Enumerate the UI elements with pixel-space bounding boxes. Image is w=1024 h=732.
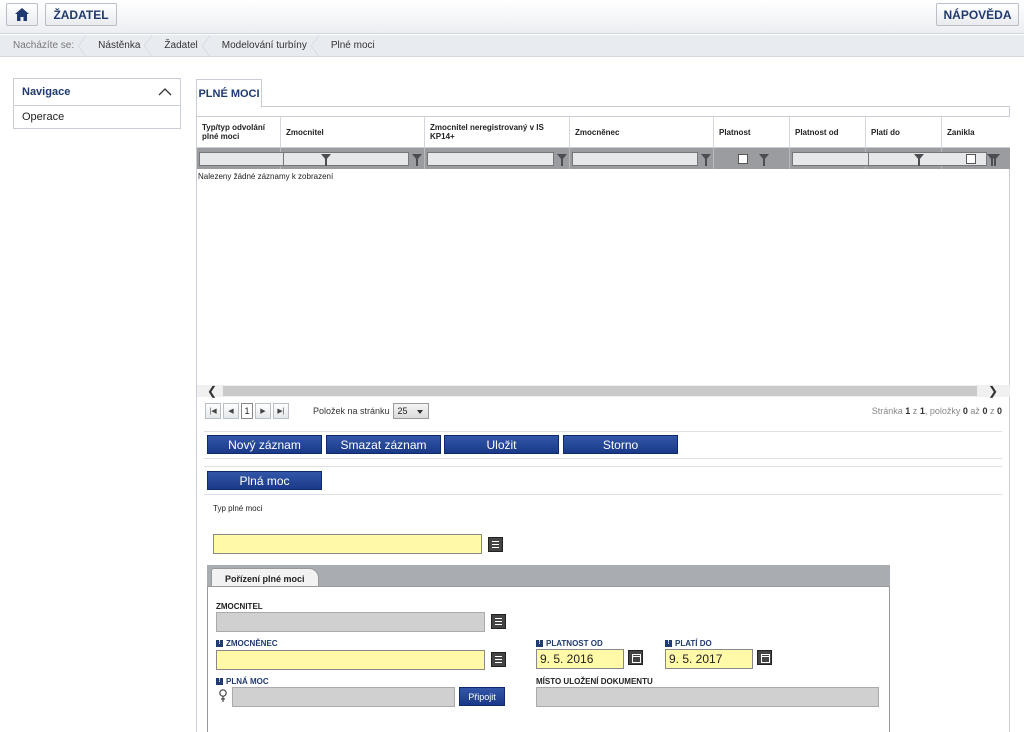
subtab-bar: Pořízení plné moci (207, 565, 890, 588)
zmocnitel-input (216, 612, 485, 632)
page-size-label: Položek na stránku (313, 406, 390, 416)
navigation-panel: Navigace Operace (13, 78, 181, 129)
filter-input-zmocnenec[interactable] (572, 151, 698, 166)
filter-checkbox-platnost[interactable] (738, 153, 748, 164)
required-icon: ! (665, 640, 672, 648)
column-header-zmocnitel-nereg[interactable]: Zmocnitel neregistrovaný v IS KP14+ (425, 117, 570, 147)
filter-icon[interactable] (987, 153, 997, 166)
filter-input-zmocnitel-nereg[interactable] (427, 151, 554, 166)
required-icon: ! (216, 678, 223, 686)
filter-cell-zmocnitel (281, 148, 425, 169)
breadcrumb-item-current: Plné moci (330, 40, 375, 51)
zmocnitel-label: ZMOCNITEL (216, 602, 263, 611)
plna-moc-section-button[interactable]: Plná moc (207, 471, 322, 490)
next-page-icon[interactable]: ▶ (255, 403, 271, 419)
page-number[interactable]: 1 (241, 403, 253, 419)
filter-icon[interactable] (557, 153, 567, 166)
no-records-message: Nalezeny žádné záznamy k zobrazení (198, 172, 334, 181)
breadcrumb-item-project[interactable]: Modelování turbíny (209, 34, 319, 57)
calendar-icon[interactable] (628, 650, 643, 665)
column-header-platnost[interactable]: Platnost (714, 117, 790, 147)
zadatel-button[interactable]: ŽADATEL (45, 3, 117, 26)
filter-cell-platnost-od (790, 148, 924, 169)
horizontal-scrollbar[interactable]: ❮ ❯ (197, 384, 1010, 398)
plna-moc-file-input (232, 687, 455, 707)
pager-info: Stránka 1 z 1, položky 0 až 0 z 0 (871, 406, 1002, 416)
platnost-od-input[interactable]: 9. 5. 2016 (536, 649, 624, 669)
filter-cell-typ (197, 148, 331, 169)
filter-icon[interactable] (914, 153, 924, 166)
plati-do-label: ! PLATÍ DO (665, 639, 712, 648)
column-header-zanikla[interactable]: Zanikla (942, 117, 1010, 147)
filter-input-zmocnitel[interactable] (283, 151, 409, 166)
top-bar: ŽADATEL NÁPOVĚDA (0, 0, 1024, 34)
page-size-select[interactable]: 25 (392, 403, 429, 419)
attachment-pin-icon (219, 689, 227, 702)
cancel-button[interactable]: Storno (563, 435, 678, 454)
filter-cell-zmocnenec (570, 148, 714, 169)
main-panel: Typ/typ odvolání plné moci Zmocnitel Zmo… (196, 106, 1010, 732)
plati-do-input[interactable]: 9. 5. 2017 (665, 649, 753, 669)
misto-ulozeni-input (536, 687, 879, 707)
filter-icon[interactable] (701, 153, 711, 166)
column-header-zmocnenec[interactable]: Zmocněnec (570, 117, 714, 147)
prev-page-icon[interactable]: ◀ (223, 403, 239, 419)
misto-ulozeni-label: MÍSTO ULOŽENÍ DOKUMENTU (536, 677, 653, 686)
navigation-title: Navigace (22, 86, 71, 98)
breadcrumb-lead: Nacházíte se: (0, 34, 87, 57)
subtab-panel: ZMOCNITEL ! ZMOCNĚNEC ! PLATNOST OD 9. 5. … (207, 586, 890, 732)
save-button[interactable]: Uložit (444, 435, 559, 454)
column-header-zmocnitel[interactable]: Zmocnitel (281, 117, 425, 147)
help-button[interactable]: NÁPOVĚDA (936, 3, 1019, 26)
column-header-typ[interactable]: Typ/typ odvolání plné moci (197, 117, 281, 147)
filter-icon[interactable] (321, 153, 331, 166)
zmocnenec-input[interactable] (216, 650, 485, 670)
breadcrumb: Nacházíte se: Nástěnka Žadatel Modelován… (0, 34, 1024, 57)
zmocnenec-label: ! ZMOCNĚNEC (216, 639, 278, 648)
data-grid: Typ/typ odvolání plné moci Zmocnitel Zmo… (197, 116, 1010, 184)
breadcrumb-item-zadatel[interactable]: Žadatel (151, 34, 211, 57)
filter-cell-plati-do (866, 148, 1000, 169)
first-page-icon[interactable]: |◀ (205, 403, 221, 419)
required-icon: ! (216, 640, 223, 648)
breadcrumb-item-nastenka[interactable]: Nástěnka (85, 34, 153, 57)
plna-moc-label: ! PLNÁ MOC (216, 677, 269, 686)
column-header-platnost-od[interactable]: Platnost od (790, 117, 866, 147)
tab-plne-moci[interactable]: PLNÉ MOCI (196, 79, 262, 107)
tab-porizeni-plne-moci[interactable]: Pořízení plné moci (211, 568, 319, 588)
grid-header: Typ/typ odvolání plné moci Zmocnitel Zmo… (197, 116, 1010, 148)
type-input[interactable] (213, 534, 482, 554)
platnost-od-label: ! PLATNOST OD (536, 639, 603, 648)
calendar-icon[interactable] (757, 650, 772, 665)
new-record-button[interactable]: Nový záznam (207, 435, 322, 454)
list-icon[interactable] (491, 614, 506, 629)
home-icon (15, 8, 29, 21)
filter-icon[interactable] (412, 153, 422, 166)
filter-checkbox-zanikla[interactable] (966, 153, 976, 164)
required-icon: ! (536, 640, 543, 648)
scroll-left-icon[interactable]: ❮ (207, 384, 217, 398)
grid-filter-row (197, 148, 1010, 169)
last-page-icon[interactable]: ▶| (273, 403, 289, 419)
filter-cell-platnost (714, 148, 790, 169)
connect-button[interactable]: Připojit (459, 687, 505, 706)
scrollbar-thumb[interactable] (223, 386, 977, 396)
pager: |◀ ◀ 1 ▶ ▶| Položek na stránku 25 Stránk… (197, 399, 1010, 423)
home-button[interactable] (6, 3, 38, 26)
list-icon[interactable] (488, 537, 503, 552)
navigation-header[interactable]: Navigace (14, 79, 180, 106)
list-icon[interactable] (491, 652, 506, 667)
scroll-right-icon[interactable]: ❯ (988, 384, 998, 398)
filter-icon[interactable] (759, 153, 769, 166)
filter-cell-zmocnitel-nereg (425, 148, 570, 169)
delete-record-button[interactable]: Smazat záznam (326, 435, 441, 454)
nav-item-operace[interactable]: Operace (14, 106, 180, 128)
type-label: Typ plné moci (213, 504, 263, 513)
column-header-plati-do[interactable]: Platí do (866, 117, 942, 147)
chevron-up-icon (158, 88, 172, 96)
